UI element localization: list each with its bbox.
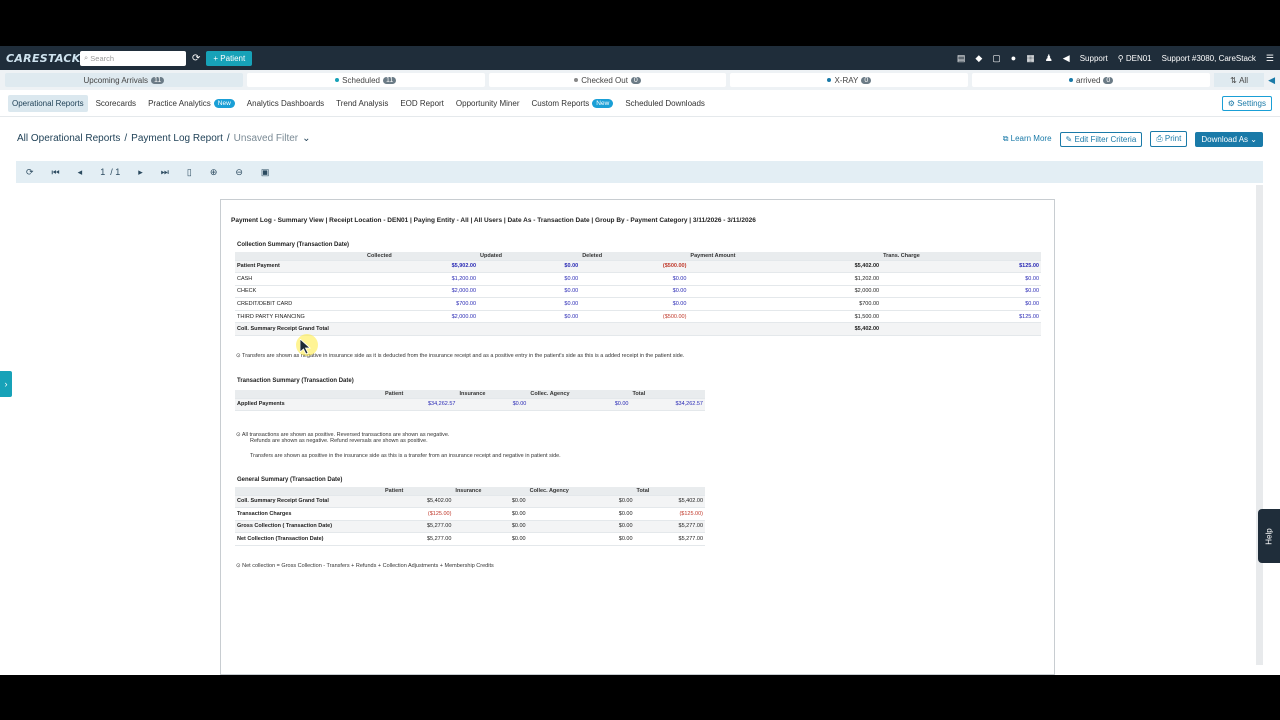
top-bar: CARESTACK ⌕ Search ⟳ + Patient ▤ ◆ ▢ ● ▦… <box>0 46 1280 70</box>
status-dot <box>1068 78 1073 82</box>
table-row: Transaction Charges ($125.00) $0.00 $0.0… <box>235 507 705 521</box>
status-dot <box>335 78 340 82</box>
report-title: Payment Log - Summary View | Receipt Loc… <box>231 217 756 224</box>
all-filter[interactable]: ⇅ All <box>1214 73 1265 87</box>
report-page: Payment Log - Summary View | Receipt Loc… <box>220 199 1055 675</box>
table-header: Collected Updated Deleted Payment Amount… <box>235 252 1041 261</box>
carestack-logo: CARESTACK <box>6 51 81 65</box>
tab-checked-out[interactable]: Checked Out 0 <box>488 73 727 87</box>
last-page-icon[interactable]: ⏭ <box>161 167 169 178</box>
new-badge: New <box>213 98 235 108</box>
tab-upcoming-arrivals[interactable]: Upcoming Arrivals 11 <box>5 73 243 87</box>
tab-arrived[interactable]: arrived 0 <box>972 73 1211 87</box>
status-dot <box>574 78 579 82</box>
breadcrumb-report[interactable]: Payment Log Report <box>131 133 223 144</box>
table-row: Applied Payments $34,262.57 $0.00 $0.00 … <box>235 398 705 412</box>
new-badge: New <box>592 98 614 108</box>
transaction-summary-table: Patient Insurance Collec. Agency Total A… <box>235 390 705 412</box>
first-page-icon[interactable]: ⏮ <box>52 167 60 178</box>
tab-scheduled[interactable]: Scheduled 11 <box>246 73 485 87</box>
users-icon[interactable]: ♟ <box>1045 53 1053 64</box>
table-header: Patient Insurance Collec. Agency Total <box>235 390 705 399</box>
mouse-cursor-icon <box>296 334 318 356</box>
support-link[interactable]: Support <box>1080 54 1108 63</box>
megaphone-icon[interactable]: ◀ <box>1063 53 1070 64</box>
transaction-note: Transfers are shown as positive in the i… <box>250 453 561 459</box>
table-row: Gross Collection ( Transaction Date) $5,… <box>235 520 705 534</box>
graduation-icon[interactable]: ◆ <box>975 53 982 64</box>
nav-scorecards[interactable]: Scorecards <box>92 95 140 112</box>
add-patient-button[interactable]: + Patient <box>206 50 253 66</box>
message-icon[interactable]: ▢ <box>992 53 1001 64</box>
prev-page-icon[interactable]: ◂ <box>78 167 83 178</box>
refresh-icon[interactable]: ⟳ <box>192 53 200 64</box>
next-page-icon[interactable]: ▸ <box>138 167 143 178</box>
nav-operational-reports[interactable]: Operational Reports <box>8 94 88 112</box>
table-row: Coll. Summary Receipt Grand Total $5,402… <box>235 322 1041 337</box>
user-menu[interactable]: Support #3080, CareStack <box>1162 54 1256 63</box>
chevron-down-icon[interactable]: ⌄ <box>302 133 310 144</box>
transaction-summary-title: Transaction Summary (Transaction Date) <box>237 378 354 384</box>
tab-xray[interactable]: X-RAY 0 <box>730 73 969 87</box>
general-summary-table: Patient Insurance Collec. Agency Total C… <box>235 487 705 546</box>
calendar-icon[interactable]: ▦ <box>1026 53 1035 64</box>
table-row: Net Collection (Transaction Date) $5,277… <box>235 532 705 546</box>
expand-sidebar-button[interactable]: › <box>0 371 12 397</box>
nav-analytics-dashboards[interactable]: Analytics Dashboards <box>243 95 328 112</box>
learn-more-link[interactable]: ⧉ Learn More <box>1003 134 1052 144</box>
breadcrumb: All Operational Reports / Payment Log Rep… <box>17 133 311 144</box>
table-row: CASH $1,200.00 $0.00 $0.00 $1,202.00 $0.… <box>235 272 1041 286</box>
menu-icon[interactable]: ☰ <box>1266 53 1274 64</box>
notification-icon[interactable]: ● <box>1011 53 1016 63</box>
table-row: CREDIT/DEBIT CARD $700.00 $0.00 $0.00 $7… <box>235 297 1041 311</box>
speaker-icon[interactable]: ◀ <box>1268 75 1275 86</box>
nav-scheduled-downloads[interactable]: Scheduled Downloads <box>621 95 709 112</box>
search-input[interactable]: ⌕ Search <box>80 50 186 66</box>
nav-trend-analysis[interactable]: Trend Analysis <box>332 95 392 112</box>
general-summary-title: General Summary (Transaction Date) <box>237 477 343 483</box>
document-icon[interactable]: ▯ <box>187 167 192 178</box>
help-tab[interactable]: Help <box>1258 509 1280 563</box>
status-bar: Upcoming Arrivals 11 Scheduled 11 Checked … <box>0 70 1280 90</box>
nav-opportunity-miner[interactable]: Opportunity Miner <box>452 95 524 112</box>
settings-button[interactable]: ⚙ Settings <box>1221 95 1272 111</box>
zoom-in-icon[interactable]: ⊕ <box>210 167 218 178</box>
page-number[interactable]: 1 / 1 <box>100 167 120 177</box>
main-content: All Operational Reports / Payment Log Rep… <box>0 117 1280 675</box>
breadcrumb-all-reports[interactable]: All Operational Reports <box>17 133 120 144</box>
print-layout-icon[interactable]: ▣ <box>261 167 270 178</box>
location-selector[interactable]: ⚲ DEN01 <box>1118 54 1152 63</box>
table-row: Patient Payment $5,902.00 $0.00 ($500.00… <box>235 260 1041 274</box>
collection-summary-title: Collection Summary (Transaction Date) <box>237 242 350 248</box>
breadcrumb-filter[interactable]: Unsaved Filter <box>234 133 298 144</box>
nav-eod-report[interactable]: EOD Report <box>396 95 448 112</box>
collection-summary-table: Collected Updated Deleted Payment Amount… <box>235 252 1041 337</box>
gear-icon: ⚙ <box>1227 98 1238 108</box>
edit-filter-button[interactable]: ✎ Edit Filter Criteria <box>1059 131 1143 147</box>
refresh-icon[interactable]: ⟳ <box>26 167 34 178</box>
viewer-toolbar: ⟳ ⏮ ◂ 1 / 1 ▸ ⏭ ▯ ⊕ ⊖ ▣ <box>16 161 1263 183</box>
reports-nav: Operational Reports Scorecards Practice … <box>0 90 1280 117</box>
report-actions: ⧉ Learn More ✎ Edit Filter Criteria ⎙ Pr… <box>1003 131 1263 147</box>
print-button[interactable]: ⎙ Print <box>1150 131 1188 147</box>
status-dot <box>827 78 832 82</box>
chevron-right-icon: › <box>4 379 8 389</box>
table-row: Coll. Summary Receipt Grand Total $5,402… <box>235 495 705 509</box>
transaction-note: Refunds are shown as negative. Refund re… <box>250 438 428 444</box>
table-row: CHECK $2,000.00 $0.00 $0.00 $2,000.00 $0… <box>235 285 1041 299</box>
nav-custom-reports[interactable]: Custom Reports New <box>528 95 618 112</box>
table-row: THIRD PARTY FINANCING $2,000.00 $0.00 ($… <box>235 310 1041 324</box>
scrollbar[interactable] <box>1256 185 1263 665</box>
table-header: Patient Insurance Collec. Agency Total <box>235 487 705 496</box>
chart-icon[interactable]: ▤ <box>957 53 966 64</box>
zoom-out-icon[interactable]: ⊖ <box>235 167 243 178</box>
nav-practice-analytics[interactable]: Practice Analytics New <box>144 95 239 112</box>
download-as-button[interactable]: Download As ⌄ <box>1195 131 1263 147</box>
general-note: ⊙ Net collection = Gross Collection - Tr… <box>236 563 494 569</box>
